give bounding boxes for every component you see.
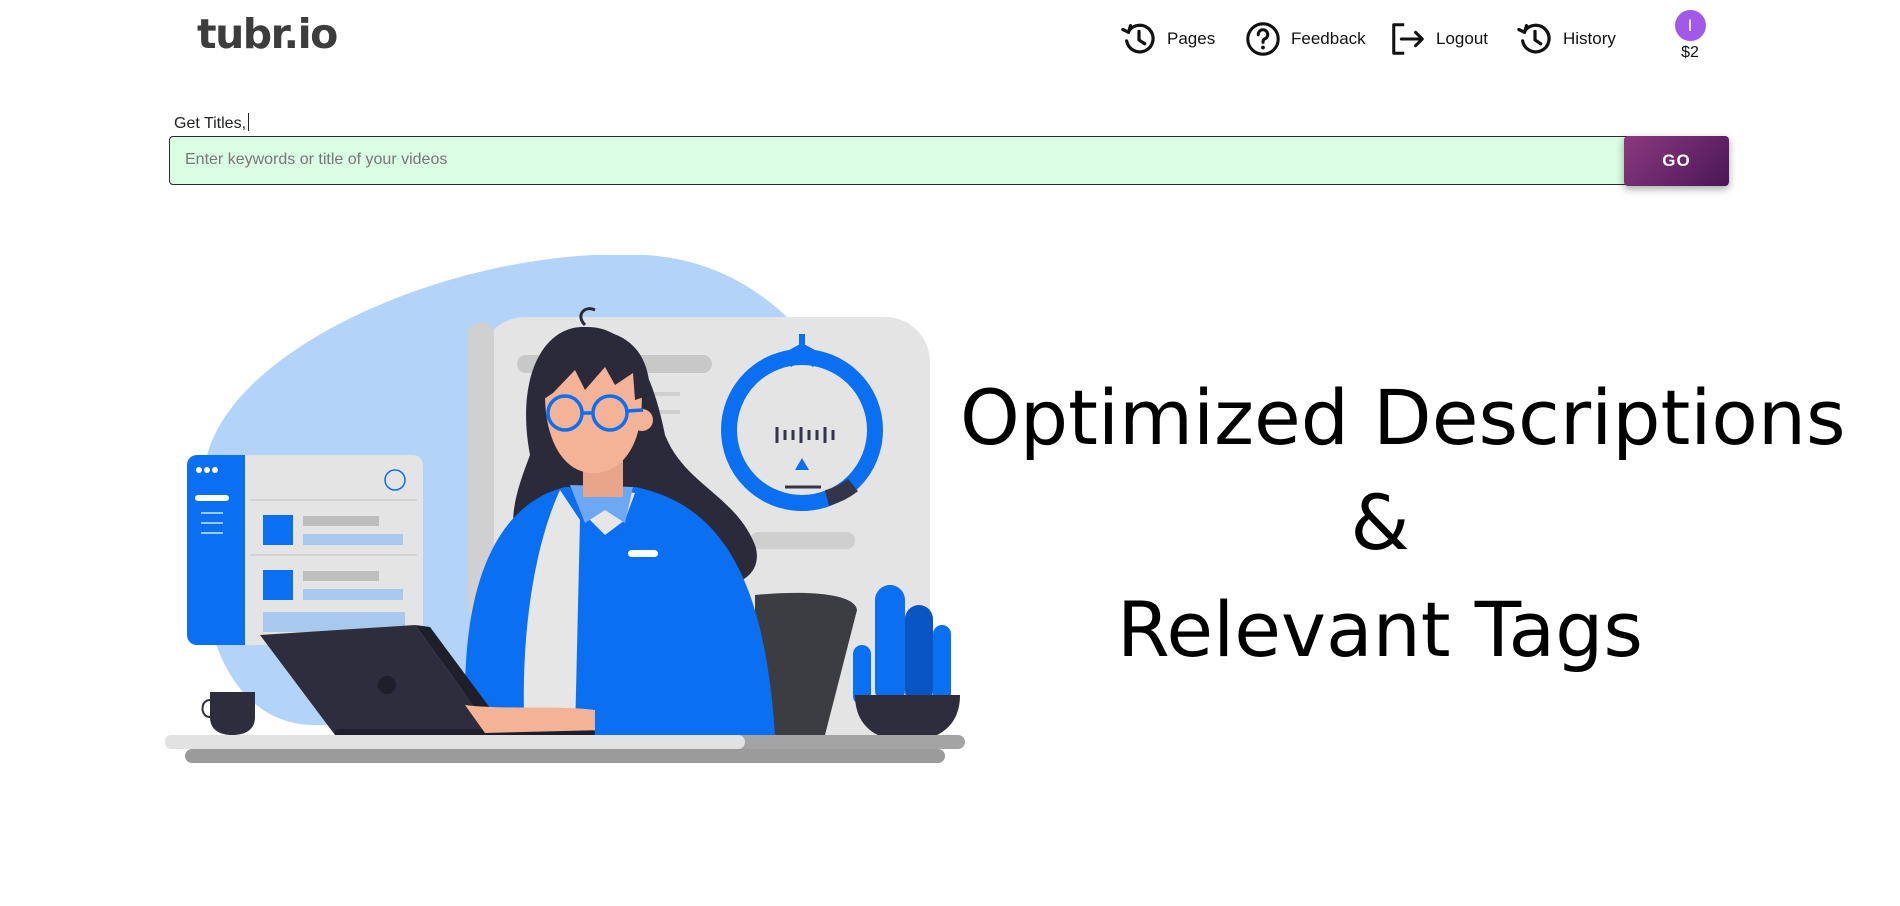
browser-window-card — [187, 455, 423, 645]
balance-amount: $2 — [1681, 44, 1699, 61]
nav-item-history[interactable]: History — [1516, 20, 1616, 58]
hero-heading-line-1: Optimized Descriptions — [960, 373, 1846, 462]
search-label: Get Titles, — [174, 113, 250, 133]
hero-illustration — [165, 255, 965, 763]
go-button[interactable]: GO — [1624, 136, 1729, 186]
nav-item-logout[interactable]: Logout — [1389, 20, 1488, 58]
search-field — [169, 136, 1728, 185]
nav-label-feedback: Feedback — [1291, 29, 1366, 48]
nav-label-history: History — [1563, 29, 1616, 48]
coffee-cup — [210, 692, 255, 735]
text-caret — [248, 113, 250, 131]
history-icon — [1121, 23, 1155, 54]
nav-item-feedback[interactable]: Feedback — [1244, 20, 1366, 58]
hero-heading-line-2: Relevant Tags — [1117, 585, 1643, 674]
user-menu[interactable]: I $2 — [1670, 10, 1710, 62]
nav-label-logout: Logout — [1436, 29, 1488, 48]
top-nav: Pages Feedback Logout History — [0, 20, 1900, 60]
question-circle-icon — [1246, 22, 1280, 56]
logout-icon — [1392, 23, 1424, 55]
avatar[interactable]: I — [1674, 10, 1706, 41]
hero-heading-ampersand: & — [1350, 478, 1410, 567]
nav-item-pages[interactable]: Pages — [1120, 20, 1215, 58]
nav-label-pages: Pages — [1167, 29, 1216, 48]
search-input[interactable] — [170, 137, 1620, 183]
history-icon — [1517, 23, 1551, 54]
